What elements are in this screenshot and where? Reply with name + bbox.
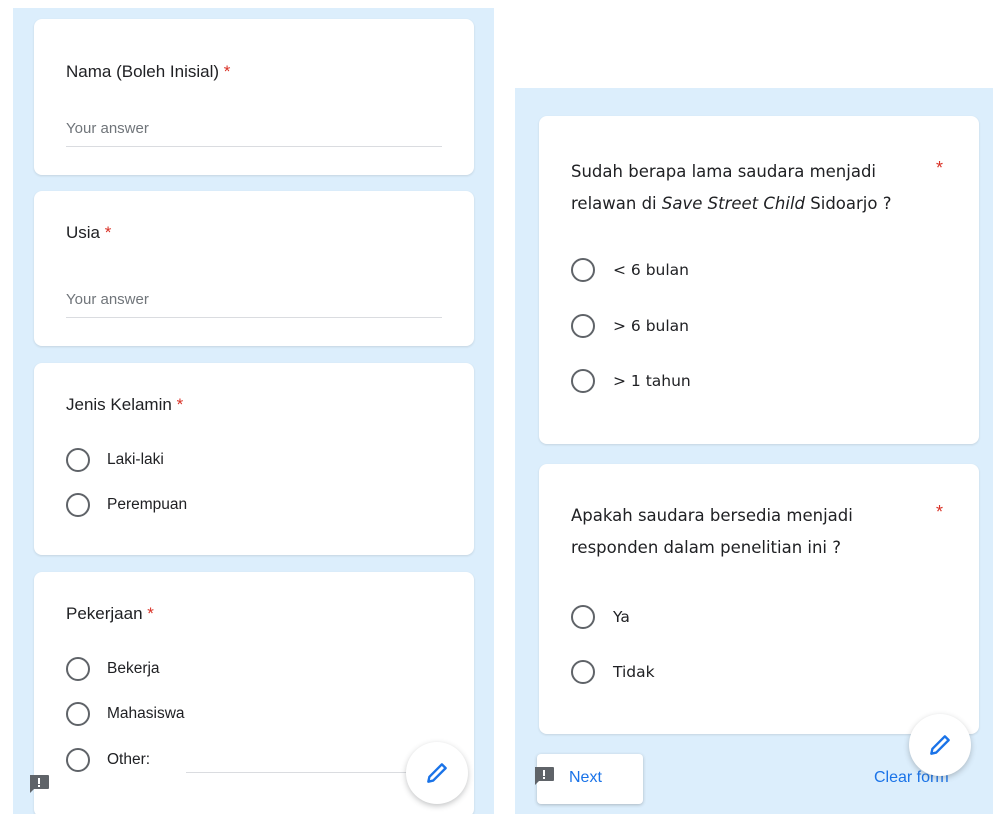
- consent-title-line1: Apakah saudara bersedia menjadi: [571, 506, 853, 525]
- edit-fab-button[interactable]: [406, 742, 468, 804]
- age-question-card: Usia * Your answer: [34, 191, 474, 346]
- radio-button[interactable]: [571, 605, 595, 629]
- other-text-input[interactable]: [186, 772, 410, 773]
- job-option-other[interactable]: Other:: [66, 745, 150, 775]
- name-question-card: Nama (Boleh Inisial) * Your answer: [34, 19, 474, 175]
- age-question-title: Usia *: [66, 223, 112, 242]
- name-input-placeholder: Your answer: [66, 120, 149, 137]
- duration-option-more-1-year[interactable]: > 1 tahun: [571, 366, 691, 396]
- consent-option-yes[interactable]: Ya: [571, 602, 630, 632]
- duration-option-less-6-months[interactable]: < 6 bulan: [571, 255, 689, 285]
- option-label: Perempuan: [107, 496, 188, 513]
- option-label: Tidak: [613, 663, 655, 681]
- job-option-working[interactable]: Bekerja: [66, 654, 160, 684]
- job-option-student[interactable]: Mahasiswa: [66, 699, 185, 729]
- option-label: Ya: [613, 608, 630, 626]
- required-mark: *: [936, 158, 944, 178]
- required-mark: *: [147, 604, 154, 623]
- option-label: > 6 bulan: [613, 317, 689, 335]
- option-label: < 6 bulan: [613, 261, 689, 279]
- gender-option-male[interactable]: Laki-laki: [66, 445, 164, 475]
- left-form-screen: Nama (Boleh Inisial) * Your answer Usia …: [13, 8, 494, 814]
- radio-button[interactable]: [571, 369, 595, 393]
- feedback-icon[interactable]: [533, 766, 555, 786]
- radio-button[interactable]: [66, 448, 90, 472]
- radio-button[interactable]: [571, 258, 595, 282]
- option-label: > 1 tahun: [613, 372, 691, 390]
- option-label: Laki-laki: [107, 451, 164, 468]
- next-button-label: Next: [569, 769, 602, 786]
- edit-fab-button[interactable]: [909, 714, 971, 776]
- required-mark: *: [104, 223, 112, 242]
- name-input[interactable]: Your answer: [66, 117, 442, 147]
- duration-option-more-6-months[interactable]: > 6 bulan: [571, 311, 689, 341]
- option-label: Other:: [107, 751, 151, 768]
- required-mark: *: [936, 502, 944, 522]
- duration-title-line1: Sudah berapa lama saudara menjadi: [571, 162, 877, 181]
- option-label: Mahasiswa: [107, 705, 185, 722]
- duration-question-card: Sudah berapa lama saudara menjadi relawa…: [539, 116, 979, 444]
- radio-button[interactable]: [66, 748, 90, 772]
- duration-question-title: Sudah berapa lama saudara menjadi relawa…: [571, 156, 931, 220]
- duration-title-line2: relawan di Save Street Child Sidoarjo ?: [571, 194, 892, 213]
- radio-button[interactable]: [571, 314, 595, 338]
- feedback-icon[interactable]: [28, 774, 50, 794]
- radio-button[interactable]: [571, 660, 595, 684]
- name-question-title: Nama (Boleh Inisial) *: [66, 62, 231, 81]
- pencil-icon: [930, 735, 950, 755]
- age-input[interactable]: Your answer: [66, 288, 442, 318]
- gender-question-card: Jenis Kelamin * Laki-laki Perempuan: [34, 363, 474, 555]
- consent-question-title: Apakah saudara bersedia menjadi responde…: [571, 500, 931, 564]
- radio-button[interactable]: [66, 657, 90, 681]
- gender-question-title: Jenis Kelamin *: [66, 395, 184, 414]
- radio-button[interactable]: [66, 702, 90, 726]
- consent-option-no[interactable]: Tidak: [571, 657, 655, 687]
- consent-title-line2: responden dalam penelitian ini ?: [571, 538, 842, 557]
- right-form-screen: Sudah berapa lama saudara menjadi relawa…: [515, 88, 993, 814]
- organization-name: Save Street Child: [661, 194, 806, 213]
- pencil-icon: [427, 763, 447, 783]
- age-input-placeholder: Your answer: [66, 291, 149, 308]
- required-mark: *: [223, 62, 231, 81]
- consent-question-card: Apakah saudara bersedia menjadi responde…: [539, 464, 979, 734]
- required-mark: *: [176, 395, 184, 414]
- radio-button[interactable]: [66, 493, 90, 517]
- option-label: Bekerja: [107, 660, 160, 677]
- job-question-title: Pekerjaan *: [66, 604, 154, 623]
- gender-option-female[interactable]: Perempuan: [66, 490, 187, 520]
